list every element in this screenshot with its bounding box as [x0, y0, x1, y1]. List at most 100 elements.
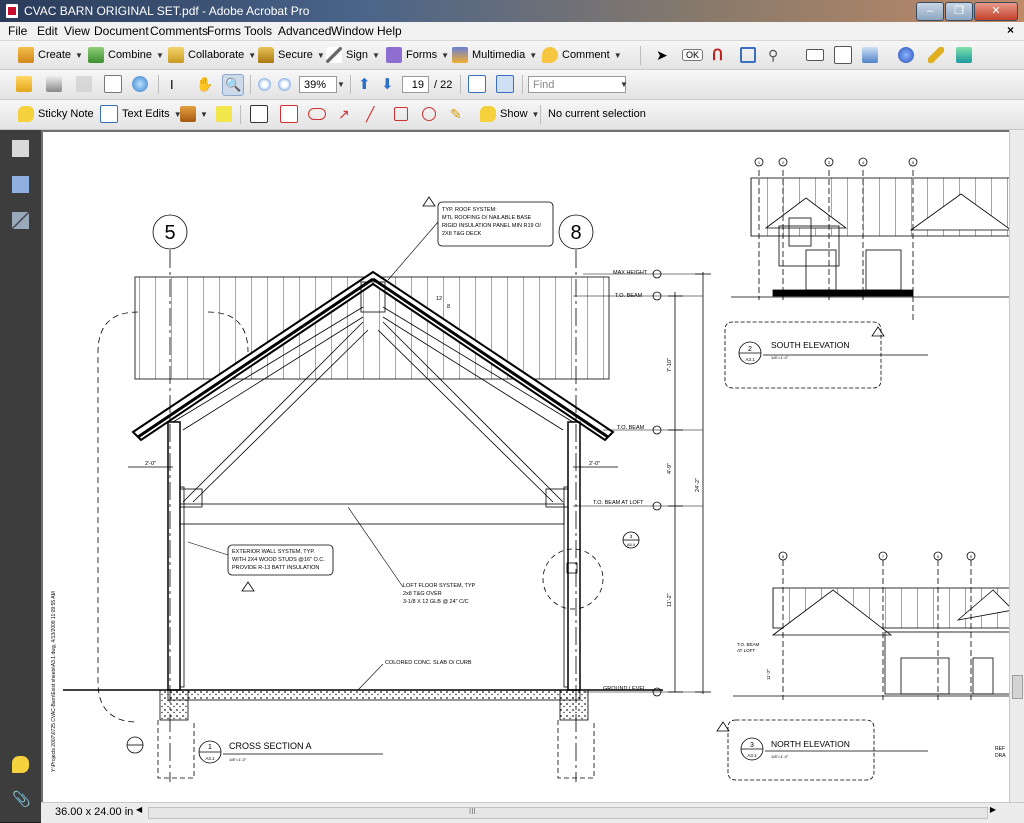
north-elevation-title: NORTH ELEVATION [771, 739, 850, 749]
menu-document[interactable]: Document [94, 24, 149, 38]
show-button[interactable]: Show ▼ [480, 104, 539, 124]
select-tool[interactable]: ➤ [656, 45, 668, 65]
edit-tool[interactable] [862, 45, 878, 65]
web-button[interactable] [132, 74, 148, 94]
horizontal-scroll-track[interactable]: III [148, 807, 988, 819]
measure-tool[interactable] [928, 45, 944, 65]
fit-page-button[interactable] [496, 74, 514, 94]
pdf-page: 5 8 TYP. ROOF SYSTEM: MTL ROOFING O/ NAI… [43, 132, 1010, 802]
dim-middle: 4'-9" [667, 463, 673, 474]
multimedia-button[interactable]: Multimedia ▼ [452, 45, 537, 65]
zoom-out-icon [258, 77, 271, 91]
north-grid-8: 8 [782, 554, 785, 559]
minimize-button[interactable]: ‒ [916, 2, 944, 21]
callout-tool[interactable] [250, 104, 268, 124]
menu-view[interactable]: View [64, 24, 90, 38]
zoom-marquee-tool[interactable]: 🔍 [222, 74, 245, 96]
hand-icon: ✋ [196, 75, 214, 92]
cross-section-scale: 1/8"=1'-0" [229, 757, 247, 762]
previous-page-button[interactable]: ⬆ [358, 74, 371, 94]
south-elevation-number: 2 [748, 346, 752, 353]
line-tool[interactable]: ╱ [366, 104, 374, 124]
find-field[interactable]: Find [528, 76, 626, 93]
arrow-tool[interactable]: ↗ [338, 104, 350, 124]
rectangle-tool[interactable] [394, 104, 408, 124]
sticky-note-button[interactable]: Sticky Note [18, 104, 94, 124]
forms-field-tool[interactable] [806, 45, 824, 65]
menu-help[interactable]: Help [377, 24, 402, 38]
vertical-scroll-thumb[interactable] [1012, 675, 1023, 699]
grid-label-5: 5 [164, 222, 175, 244]
detail-ref-number: 3 [630, 534, 633, 539]
document-tool[interactable] [834, 45, 852, 65]
highlight-button[interactable] [216, 104, 232, 124]
menu-tools[interactable]: Tools [244, 24, 272, 38]
comment-button[interactable]: Comment ▼ [542, 45, 622, 65]
page-number-field[interactable]: 19 [402, 76, 429, 93]
info-tool[interactable] [898, 45, 914, 65]
document-icon [834, 46, 852, 64]
secure-button[interactable]: Secure ▼ [258, 45, 325, 65]
select-text-tool[interactable]: I [170, 74, 174, 94]
bookmarks-panel-icon[interactable] [12, 176, 29, 193]
horizontal-scrollbar[interactable]: ◀ III ▶ [136, 805, 996, 819]
attachments-paperclip-icon[interactable]: 📎 [12, 790, 31, 808]
south-grid-2: 2 [782, 160, 785, 165]
zoom-in-button[interactable] [278, 74, 291, 94]
stamp-button[interactable]: ▼ [180, 104, 208, 124]
magnet-tool[interactable]: Ո [712, 45, 723, 65]
next-page-button[interactable]: ⬇ [381, 74, 394, 94]
zoom-out-button[interactable] [258, 74, 271, 94]
vertical-scrollbar[interactable] [1009, 130, 1024, 802]
maximize-button[interactable]: ❐ [945, 2, 973, 21]
collaborate-button[interactable]: Collaborate ▼ [168, 45, 256, 65]
oval-tool[interactable] [422, 104, 436, 124]
textbox-tool[interactable] [280, 104, 298, 124]
signatures-panel-icon[interactable] [12, 212, 29, 229]
menu-file[interactable]: File [8, 24, 27, 38]
scroll-right-icon[interactable]: ▶ [990, 805, 996, 814]
zoom-dropdown[interactable]: ▼ [337, 74, 345, 94]
comments-panel-icon[interactable] [12, 756, 29, 773]
secure-label: Secure [278, 49, 313, 61]
magnet-icon: Ո [712, 47, 723, 64]
document-view[interactable]: 5 8 TYP. ROOF SYSTEM: MTL ROOFING O/ NAI… [41, 130, 1010, 802]
oval-icon [422, 107, 436, 121]
menu-forms[interactable]: Forms [207, 24, 241, 38]
crop-tool[interactable] [740, 45, 756, 65]
cloud-tool[interactable] [308, 104, 326, 124]
arrow-cursor-icon: ➤ [656, 46, 668, 63]
document-close-button[interactable]: × [1007, 23, 1014, 37]
hand-tool[interactable]: ✋ [196, 74, 213, 94]
scroll-left-icon[interactable]: ◀ [136, 805, 142, 814]
north-grid-7: 7 [882, 554, 885, 559]
zoom-field[interactable]: 39% [299, 76, 337, 93]
roof-pitch-run: 8 [447, 304, 450, 310]
ok-button[interactable]: OK [682, 45, 704, 65]
create-button[interactable]: Create ▼ [18, 45, 83, 65]
menu-comments[interactable]: Comments [150, 24, 208, 38]
comment-label: Comment [562, 49, 610, 61]
open-button[interactable] [16, 74, 32, 94]
folder-open-icon [16, 76, 32, 92]
pencil-tool[interactable]: ✎ [450, 104, 462, 124]
preflight-tool[interactable] [956, 45, 972, 65]
menu-advanced[interactable]: Advanced [278, 24, 331, 38]
text-edits-icon [100, 105, 118, 123]
textfield-icon [806, 49, 824, 61]
text-edits-button[interactable]: Text Edits ▼ [100, 104, 182, 124]
email-button[interactable] [104, 74, 122, 94]
menu-edit[interactable]: Edit [37, 24, 58, 38]
print-button[interactable] [46, 74, 62, 94]
pages-panel-icon[interactable] [12, 140, 29, 157]
forms-button[interactable]: Forms ▼ [386, 45, 449, 65]
close-button[interactable]: ✕ [974, 2, 1018, 21]
link-tool[interactable]: ⚲ [768, 45, 778, 65]
find-dropdown[interactable]: ▼ [620, 74, 628, 94]
save-button[interactable] [76, 74, 92, 94]
combine-button[interactable]: Combine ▼ [88, 45, 164, 65]
sign-button[interactable]: Sign ▼ [326, 45, 380, 65]
zoom-in-icon [278, 77, 291, 91]
menu-window[interactable]: Window [331, 24, 374, 38]
fit-width-button[interactable] [468, 74, 486, 94]
